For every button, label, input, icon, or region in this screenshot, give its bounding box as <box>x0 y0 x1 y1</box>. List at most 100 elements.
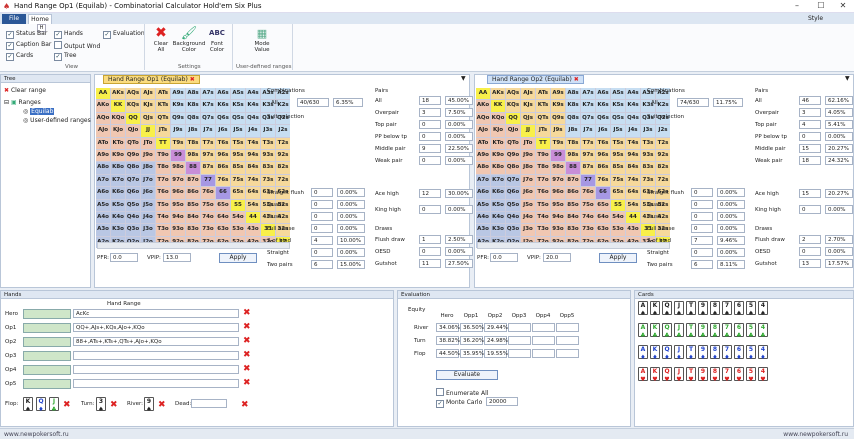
deck-card[interactable]: 7 ♥ <box>722 367 732 383</box>
hand-cell[interactable]: K9s <box>551 100 565 112</box>
hand-cell[interactable]: Q3o <box>126 224 140 236</box>
cards-checkbox[interactable]: Cards <box>6 52 33 61</box>
evaluation-checkbox[interactable]: Evaluation <box>103 30 145 39</box>
hand-cell[interactable]: 83s <box>641 162 655 174</box>
hand-cell[interactable]: A4s <box>626 88 640 100</box>
background-color-button[interactable]: 🖌 Background Color <box>172 26 206 53</box>
deck-card[interactable]: T ♠ <box>686 301 696 317</box>
hand-cell[interactable]: 86o <box>566 187 580 199</box>
hand-cell[interactable]: AQs <box>126 88 140 100</box>
hand-cell[interactable]: K6s <box>596 100 610 112</box>
deck-card[interactable]: 5 ♦ <box>746 345 756 361</box>
hand-cell[interactable]: 54s <box>626 199 640 211</box>
hand-cell[interactable]: J5s <box>231 125 245 137</box>
hand-cell[interactable]: J6o <box>141 187 155 199</box>
hand-cell[interactable]: K9o <box>491 149 505 162</box>
hand-cell[interactable]: 96s <box>596 149 610 162</box>
hand-cell[interactable]: KTo <box>111 137 125 149</box>
hand-cell[interactable]: 85s <box>611 162 625 174</box>
hand-cell[interactable]: A8s <box>186 88 200 100</box>
hand-cell[interactable]: Q8o <box>506 162 520 174</box>
hand-cell[interactable]: 65o <box>596 199 610 211</box>
hand-cell[interactable]: J6s <box>596 125 610 137</box>
hand-cell[interactable]: J7o <box>521 174 535 187</box>
hand-cell[interactable]: Q4o <box>506 211 520 224</box>
deck-card[interactable]: K ♣ <box>650 323 660 339</box>
tab-range-op1[interactable]: Hand Range Op1 (Equilab) ✖ <box>103 75 200 84</box>
hand-cell[interactable]: A5o <box>476 199 490 211</box>
hand-cell[interactable]: T5s <box>231 137 245 149</box>
output-wnd-checkbox[interactable]: Output Wnd <box>54 41 100 50</box>
hand-cell[interactable]: 84o <box>186 211 200 224</box>
hand-cell[interactable]: K5o <box>111 199 125 211</box>
hand-cell[interactable]: A9s <box>551 88 565 100</box>
hand-cell[interactable]: A6o <box>96 187 110 199</box>
hand-cell[interactable]: A4o <box>476 211 490 224</box>
vpip-input[interactable]: 20.0 <box>543 253 571 262</box>
hand-cell[interactable]: K7s <box>581 100 595 112</box>
hand-cell[interactable]: K2s <box>276 100 290 112</box>
deck-card[interactable]: 6 ♠ <box>734 301 744 317</box>
deck-card[interactable]: 8 ♣ <box>710 323 720 339</box>
hand-cell[interactable]: J9s <box>171 125 185 137</box>
hand-cell[interactable]: 86s <box>216 162 230 174</box>
hand-cell[interactable]: AKs <box>491 88 505 100</box>
hand-cell[interactable]: A8o <box>96 162 110 174</box>
hand-cell[interactable]: 98s <box>186 149 200 162</box>
hand-cell[interactable]: 88 <box>186 162 200 174</box>
range-icons[interactable] <box>23 309 71 319</box>
flop-card-3[interactable]: J ♣ <box>49 397 59 413</box>
hand-cell[interactable]: J4o <box>141 211 155 224</box>
hand-cell[interactable]: AKo <box>476 100 490 112</box>
hand-cell[interactable]: AJo <box>96 125 110 137</box>
hand-cell[interactable]: JJ <box>141 125 155 137</box>
hand-cell[interactable]: ATs <box>156 88 170 100</box>
hand-cell[interactable]: 94o <box>171 211 185 224</box>
hand-cell[interactable]: JJ <box>521 125 535 137</box>
hand-cell[interactable]: 65o <box>216 199 230 211</box>
hand-cell[interactable]: J3o <box>521 224 535 236</box>
hand-cell[interactable]: Q8s <box>186 112 200 125</box>
deck-card[interactable]: A ♦ <box>638 345 648 361</box>
hand-cell[interactable]: KTo <box>491 137 505 149</box>
hand-cell[interactable]: JTs <box>156 125 170 137</box>
deck-card[interactable]: 5 ♠ <box>746 301 756 317</box>
hand-cell[interactable]: T8o <box>156 162 170 174</box>
hand-cell[interactable]: 82s <box>656 162 670 174</box>
clear-range-icon[interactable]: ✖ <box>243 308 251 318</box>
hand-cell[interactable]: 77 <box>201 174 215 187</box>
hand-cell[interactable]: K5s <box>611 100 625 112</box>
range-icons[interactable] <box>23 351 71 361</box>
hand-cell[interactable]: ATo <box>476 137 490 149</box>
hand-cell[interactable]: Q9s <box>551 112 565 125</box>
user-defined-node[interactable]: ◎ User-defined ranges <box>23 117 91 124</box>
hand-cell[interactable]: 95s <box>611 149 625 162</box>
hand-cell[interactable]: 97o <box>551 174 565 187</box>
hand-cell[interactable]: 98s <box>566 149 580 162</box>
deck-card[interactable]: J ♦ <box>674 345 684 361</box>
hand-range-input[interactable]: QQ+,AJs+,KQs,AJo+,KQo <box>73 323 239 332</box>
hand-cell[interactable]: KQs <box>126 100 140 112</box>
hand-cell[interactable]: K4o <box>491 211 505 224</box>
deck-card[interactable]: T ♦ <box>686 345 696 361</box>
hand-cell[interactable]: T9o <box>536 149 550 162</box>
hand-cell[interactable]: T7s <box>581 137 595 149</box>
hand-cell[interactable]: KK <box>491 100 505 112</box>
hand-cell[interactable]: TT <box>536 137 550 149</box>
hand-cell[interactable]: K5s <box>231 100 245 112</box>
hand-cell[interactable]: 96s <box>216 149 230 162</box>
hand-cell[interactable]: 54o <box>231 211 245 224</box>
hand-cell[interactable]: 74o <box>201 211 215 224</box>
hand-cell[interactable]: KJs <box>521 100 535 112</box>
hand-cell[interactable]: 94o <box>551 211 565 224</box>
hand-cell[interactable]: Q9s <box>171 112 185 125</box>
hand-cell[interactable]: J8o <box>521 162 535 174</box>
deck-card[interactable]: K ♠ <box>650 301 660 317</box>
hand-cell[interactable]: QQ <box>126 112 140 125</box>
hand-cell[interactable]: J6s <box>216 125 230 137</box>
hand-cell[interactable]: K4s <box>246 100 260 112</box>
pfr-input[interactable]: 0.0 <box>490 253 518 262</box>
hand-cell[interactable]: JTo <box>521 137 535 149</box>
hand-cell[interactable]: A3o <box>96 224 110 236</box>
tab-close-icon[interactable]: ✖ <box>190 76 195 83</box>
